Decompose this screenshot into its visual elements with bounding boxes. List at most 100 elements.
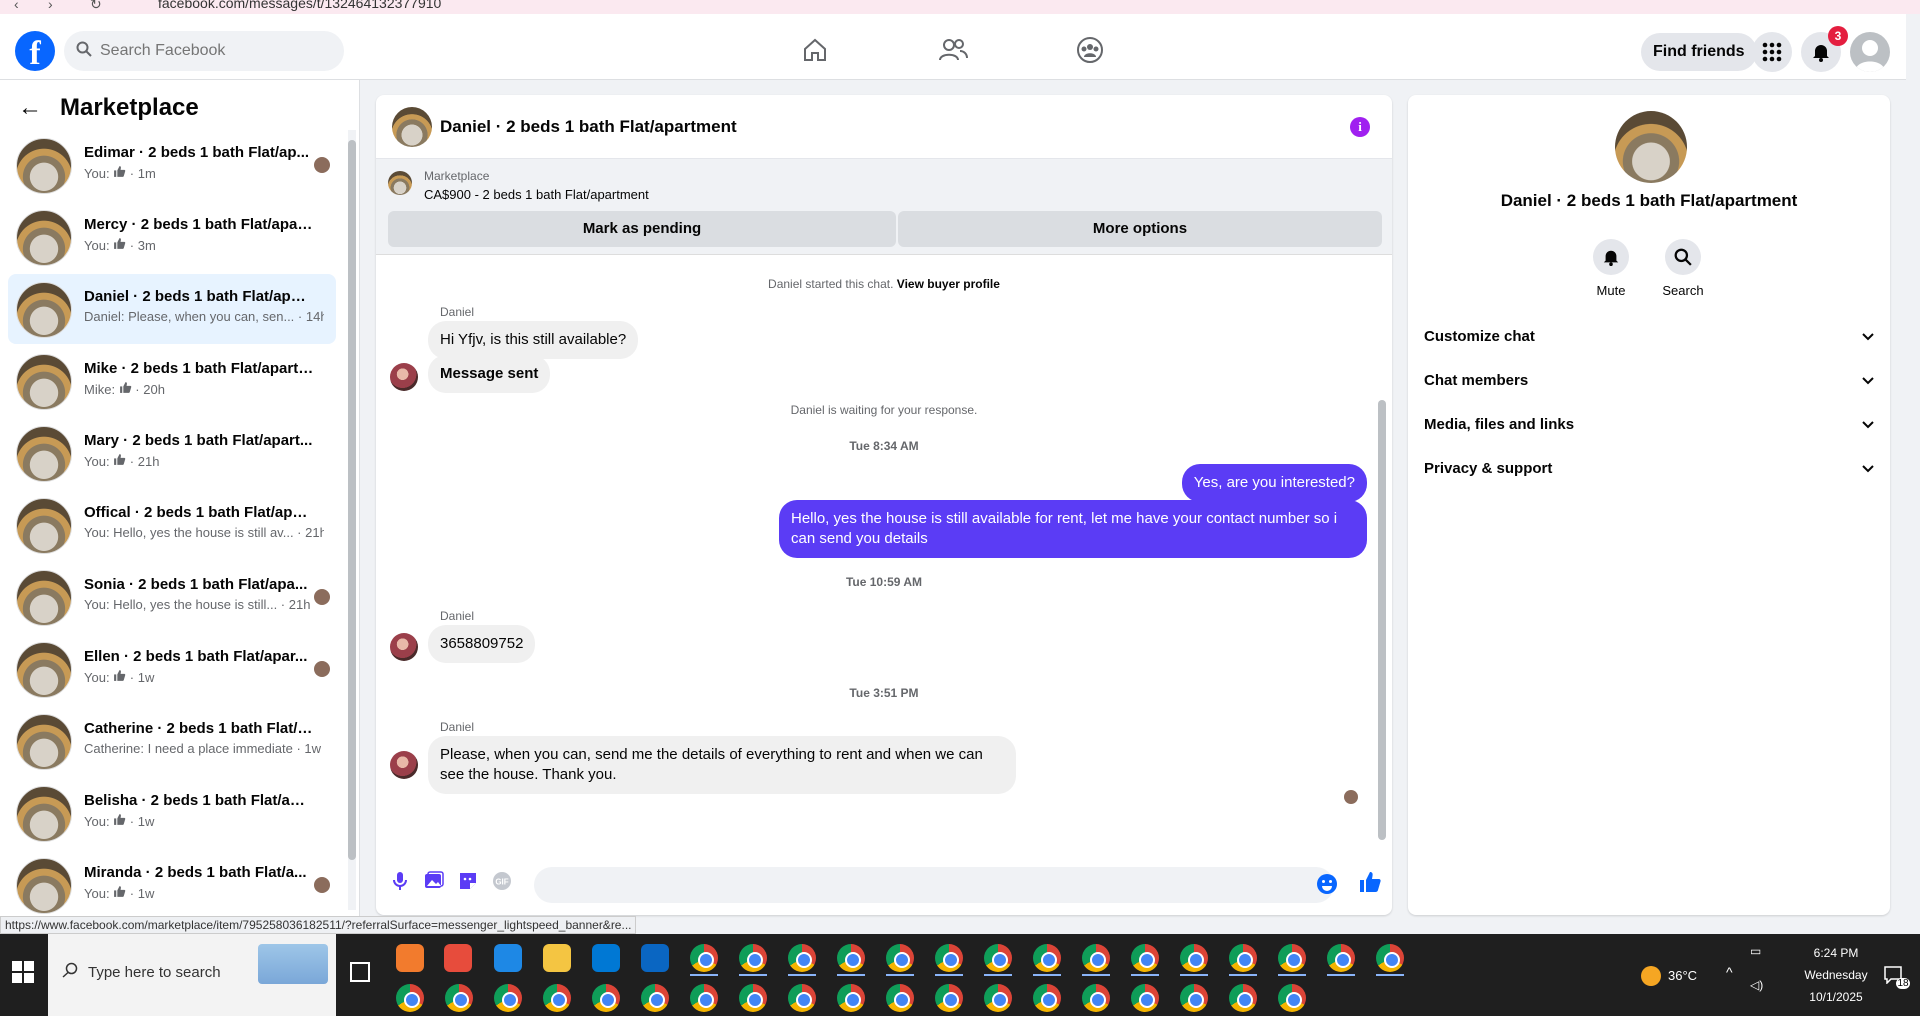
message-input[interactable]	[534, 867, 1334, 903]
chrome-window-icon[interactable]	[837, 984, 865, 1012]
incoming-message[interactable]: Hi Yfjv, is this still available?	[428, 321, 639, 359]
volume-icon[interactable]: ◁)	[1750, 978, 1763, 992]
search-icon[interactable]	[1665, 239, 1701, 275]
conversation-item[interactable]: Mercy · 2 beds 1 bath Flat/apart... You: …	[8, 202, 336, 272]
forward-icon[interactable]: ›	[48, 0, 53, 12]
chrome-window-icon[interactable]	[935, 944, 963, 972]
chrome-window-icon[interactable]	[445, 984, 473, 1012]
reload-icon[interactable]: ↻	[90, 0, 102, 13]
chrome-window-icon[interactable]	[1376, 944, 1404, 972]
address-bar[interactable]: facebook.com/messages/t/132464132377910	[158, 0, 441, 11]
listing-price[interactable]: CA$900 - 2 beds 1 bath Flat/apartment	[424, 187, 649, 202]
customize-chat-row[interactable]: Customize chat	[1424, 317, 1874, 357]
copilot-icon[interactable]	[396, 944, 424, 972]
menu-grid-icon[interactable]	[1752, 32, 1792, 72]
chrome-window-icon[interactable]	[641, 984, 669, 1012]
chrome-window-icon[interactable]	[1082, 944, 1110, 972]
outlook-icon[interactable]	[641, 944, 669, 972]
more-options-button[interactable]: More options	[898, 211, 1382, 247]
chrome-window-icon[interactable]	[739, 944, 767, 972]
back-icon[interactable]: ‹	[14, 0, 19, 12]
mark-as-pending-button[interactable]: Mark as pending	[388, 211, 896, 247]
chrome-window-icon[interactable]	[788, 944, 816, 972]
chrome-window-icon[interactable]	[886, 984, 914, 1012]
friends-icon[interactable]	[933, 30, 973, 70]
gif-icon[interactable]: GIF	[490, 871, 514, 895]
weather-icon[interactable]	[1641, 966, 1661, 986]
groups-icon[interactable]	[1070, 30, 1110, 70]
tray-chevron-icon[interactable]: ^	[1726, 964, 1733, 980]
task-view-icon[interactable]	[350, 962, 370, 982]
contact-name[interactable]: Daniel · 2 beds 1 bath Flat/apartment	[1408, 191, 1890, 211]
chrome-window-icon[interactable]	[837, 944, 865, 972]
chat-scrollbar[interactable]	[1378, 260, 1386, 850]
chrome-window-icon[interactable]	[1131, 944, 1159, 972]
incoming-message[interactable]: 3658809752	[428, 625, 536, 663]
sender-avatar[interactable]	[390, 633, 418, 661]
conversation-item[interactable]: Ellen · 2 beds 1 bath Flat/apar... You: ·…	[8, 634, 336, 704]
sticker-icon[interactable]	[456, 871, 480, 895]
media-files-links-row[interactable]: Media, files and links	[1424, 405, 1874, 445]
emoji-icon[interactable]	[1316, 873, 1338, 900]
chrome-window-icon[interactable]	[1033, 984, 1061, 1012]
chrome-window-icon[interactable]	[1229, 984, 1257, 1012]
conversation-item[interactable]: Offical · 2 beds 1 bath Flat/apart... You…	[8, 490, 336, 560]
temperature[interactable]: 36°C	[1668, 968, 1697, 983]
conversation-item[interactable]: Catherine · 2 beds 1 bath Flat/ap... Cath…	[8, 706, 336, 776]
chrome-window-icon[interactable]	[1278, 984, 1306, 1012]
chrome-window-icon[interactable]	[1278, 944, 1306, 972]
conversation-item[interactable]: Sonia · 2 beds 1 bath Flat/apa... You: He…	[8, 562, 336, 632]
sender-avatar[interactable]	[390, 751, 418, 779]
chrome-window-icon[interactable]	[1180, 984, 1208, 1012]
mute-button[interactable]: Mute	[1581, 239, 1641, 298]
listing-thumbnail[interactable]	[388, 171, 412, 195]
chrome-window-icon[interactable]	[1033, 944, 1061, 972]
clock-day[interactable]: Wednesday	[1796, 968, 1876, 982]
info-icon[interactable]: i	[1350, 117, 1370, 137]
page-scrollbar[interactable]	[1906, 80, 1920, 916]
conversation-item[interactable]: Daniel · 2 beds 1 bath Flat/apart... Dani…	[8, 274, 336, 344]
chat-avatar[interactable]	[392, 107, 432, 147]
chrome-window-icon[interactable]	[1131, 984, 1159, 1012]
chrome-window-icon[interactable]	[1229, 944, 1257, 972]
incoming-message[interactable]: Message sent	[428, 355, 551, 393]
back-arrow-icon[interactable]: ←	[18, 94, 42, 122]
privacy-support-row[interactable]: Privacy & support	[1424, 449, 1874, 489]
chrome-window-icon[interactable]	[494, 984, 522, 1012]
incoming-message[interactable]: Please, when you can, send me the detail…	[428, 736, 1016, 794]
chrome-window-icon[interactable]	[1327, 944, 1355, 972]
chat-members-row[interactable]: Chat members	[1424, 361, 1874, 401]
chrome-window-icon[interactable]	[984, 944, 1012, 972]
bell-icon[interactable]	[1593, 239, 1629, 275]
chat-title[interactable]: Daniel · 2 beds 1 bath Flat/apartment	[440, 117, 737, 137]
sidebar-scrollbar[interactable]	[348, 130, 356, 910]
outgoing-message[interactable]: Hello, yes the house is still available …	[779, 500, 1367, 558]
contact-avatar[interactable]	[1615, 111, 1687, 183]
photo-attach-icon[interactable]	[422, 871, 446, 895]
facebook-logo-icon[interactable]: f	[15, 31, 55, 71]
chrome-window-icon[interactable]	[690, 984, 718, 1012]
conversation-item[interactable]: Mike · 2 beds 1 bath Flat/apartm... Mike:…	[8, 346, 336, 416]
account-avatar[interactable]	[1850, 32, 1890, 72]
chrome-window-icon[interactable]	[886, 944, 914, 972]
microphone-icon[interactable]	[388, 871, 412, 895]
network-icon[interactable]: ▭	[1750, 944, 1761, 958]
clock-time[interactable]: 6:24 PM	[1796, 946, 1876, 960]
chrome-window-icon[interactable]	[935, 984, 963, 1012]
chrome-window-icon[interactable]	[690, 944, 718, 972]
chrome-window-icon[interactable]	[543, 984, 571, 1012]
chrome-window-icon[interactable]	[739, 984, 767, 1012]
chrome-window-icon[interactable]	[1180, 944, 1208, 972]
home-icon[interactable]	[795, 30, 835, 70]
chrome-window-icon[interactable]	[788, 984, 816, 1012]
chrome-window-icon[interactable]	[1082, 984, 1110, 1012]
chrome-window-icon[interactable]	[984, 984, 1012, 1012]
conversation-item[interactable]: Mary · 2 beds 1 bath Flat/apart... You: ·…	[8, 418, 336, 488]
chrome-window-icon[interactable]	[592, 984, 620, 1012]
conversation-item[interactable]: Edimar · 2 beds 1 bath Flat/ap... You: · …	[8, 130, 336, 200]
search-input[interactable]	[100, 42, 320, 60]
sender-avatar[interactable]	[390, 363, 418, 391]
chrome-window-icon[interactable]	[396, 984, 424, 1012]
file-explorer-icon[interactable]	[543, 944, 571, 972]
store-icon[interactable]	[592, 944, 620, 972]
